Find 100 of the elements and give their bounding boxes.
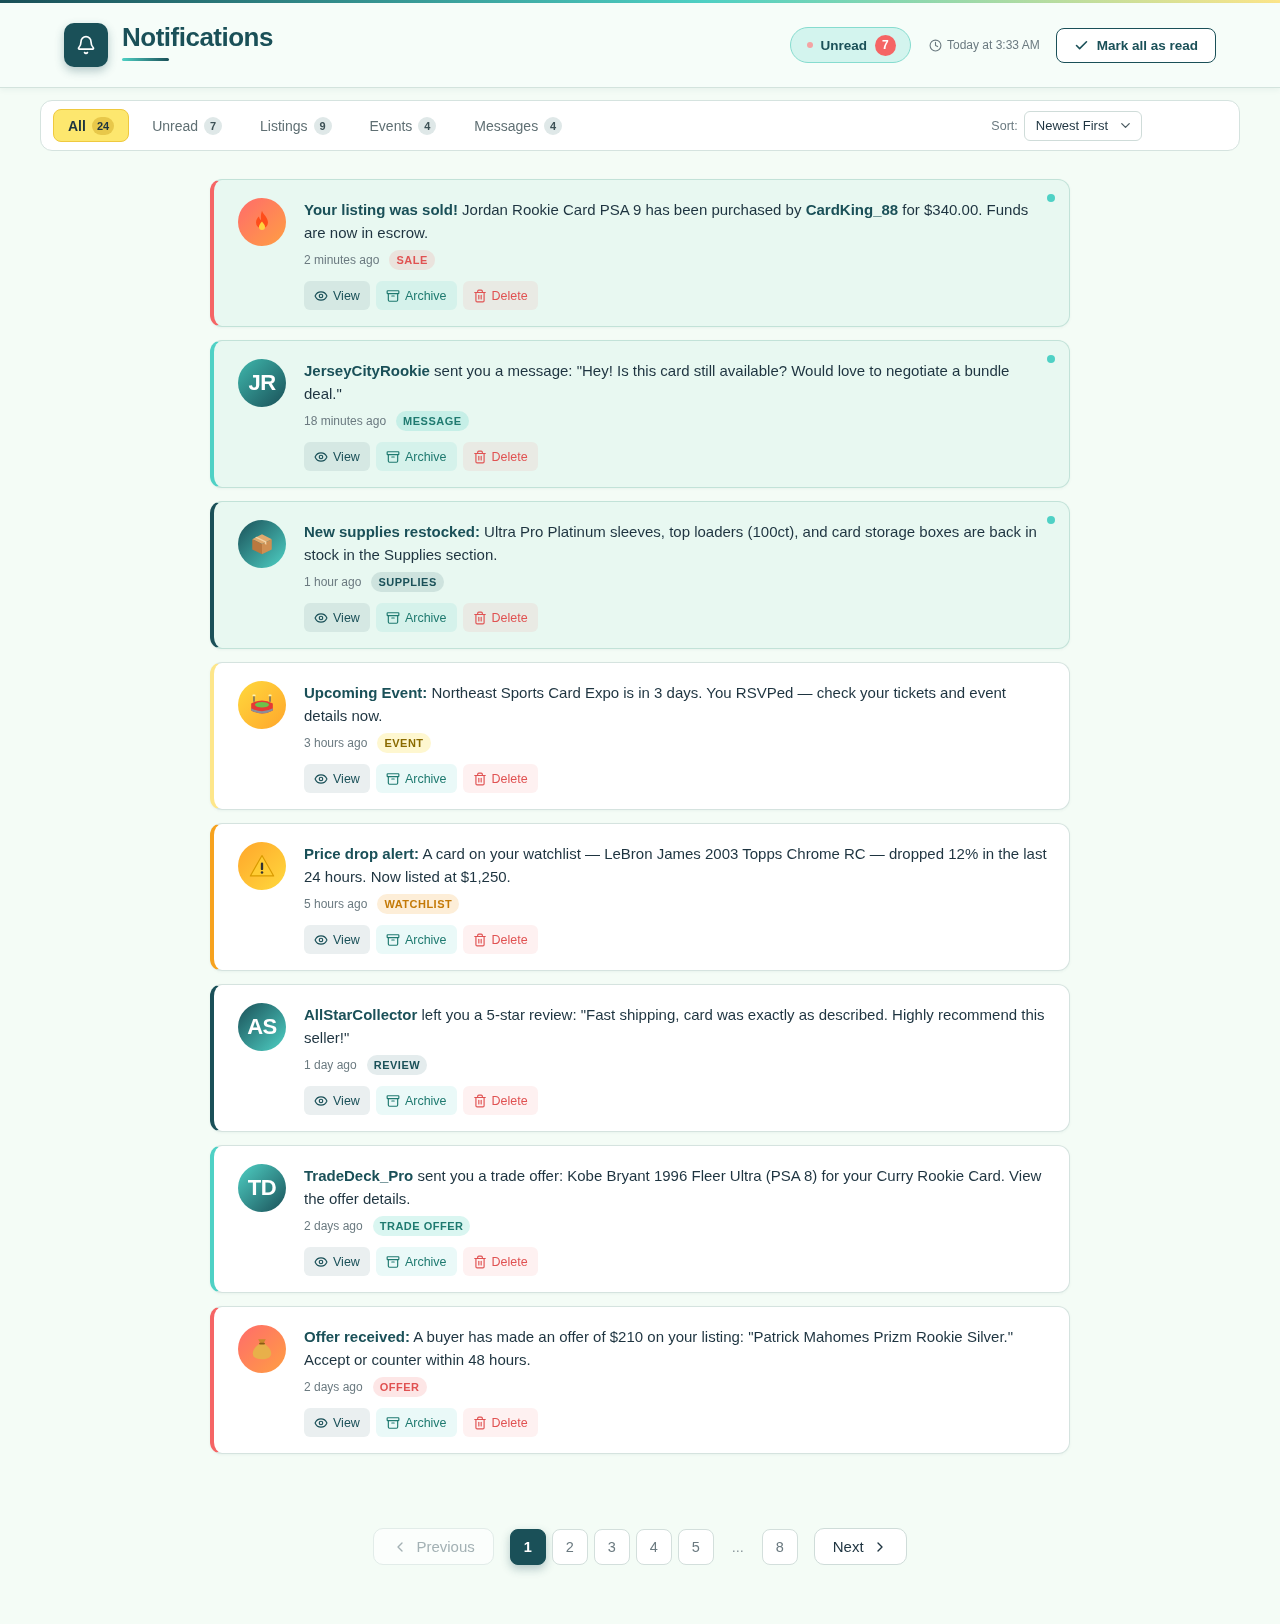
- mark-all-read-button[interactable]: Mark all as read: [1055, 27, 1216, 63]
- filter-tab[interactable]: Messages 4: [459, 109, 578, 142]
- archive-icon: [385, 1254, 400, 1269]
- filter-tab[interactable]: Unread 7: [137, 109, 238, 142]
- view-button[interactable]: View: [304, 1247, 370, 1276]
- eye-icon: [314, 1415, 328, 1430]
- status-dot-icon: [807, 42, 814, 48]
- category-tag: EVENT: [377, 733, 431, 753]
- view-button[interactable]: View: [304, 1408, 370, 1437]
- pagination-ellipsis: ...: [730, 1538, 745, 1555]
- view-button[interactable]: View: [304, 764, 370, 793]
- view-button[interactable]: View: [304, 925, 370, 954]
- box-icon: [238, 520, 286, 568]
- trash-icon: [472, 1093, 487, 1108]
- sort-label: Sort:: [991, 118, 1018, 133]
- view-button[interactable]: View: [304, 442, 370, 471]
- archive-button[interactable]: Archive: [375, 603, 457, 632]
- title-underline: [122, 57, 169, 61]
- view-button[interactable]: View: [304, 1086, 370, 1115]
- count-badge: 4: [544, 116, 563, 135]
- delete-button[interactable]: Delete: [462, 281, 538, 310]
- archive-button[interactable]: Archive: [375, 442, 457, 471]
- category-tag: MESSAGE: [396, 411, 469, 431]
- notification-time: 1 day ago: [304, 1058, 357, 1072]
- category-tag: OFFER: [372, 1377, 427, 1397]
- page-button[interactable]: 2: [551, 1528, 588, 1565]
- archive-button[interactable]: Archive: [375, 764, 457, 793]
- archive-button[interactable]: Archive: [375, 1086, 457, 1115]
- view-button[interactable]: View: [304, 281, 370, 310]
- last-updated-time: Today at 3:33 AM: [946, 38, 1040, 52]
- view-button[interactable]: View: [304, 603, 370, 632]
- warning-icon: [238, 842, 286, 890]
- stadium-icon: [238, 681, 286, 729]
- notification-time: 3 hours ago: [304, 736, 368, 750]
- next-button[interactable]: Next: [813, 1528, 907, 1565]
- unread-dot-icon: [1047, 516, 1055, 524]
- notification-time: 2 days ago: [304, 1219, 363, 1233]
- money-bag-icon: [238, 1325, 286, 1373]
- eye-icon: [314, 932, 328, 947]
- category-tag: TRADE OFFER: [372, 1216, 471, 1236]
- archive-icon: [385, 449, 400, 464]
- category-tag: SUPPLIES: [371, 572, 444, 592]
- category-tag: WATCHLIST: [377, 894, 460, 914]
- trash-icon: [472, 932, 487, 947]
- archive-icon: [385, 932, 400, 947]
- archive-button[interactable]: Archive: [375, 925, 457, 954]
- filter-tab[interactable]: All 24: [53, 109, 130, 142]
- archive-icon: [385, 1415, 400, 1430]
- archive-icon: [385, 288, 400, 303]
- trash-icon: [472, 610, 487, 625]
- clock-icon: [928, 38, 942, 52]
- notification-message: Upcoming Event: Northeast Sports Card Expo is in 3 days. You RSVPed — check your tickets and event details now.: [304, 683, 1007, 726]
- archive-button[interactable]: Archive: [375, 281, 457, 310]
- notification-message: JerseyCityRookie sent you a message: "Hey! Is this card still available? Would love to negotiate a bundle deal.": [304, 361, 1011, 404]
- trash-icon: [472, 288, 487, 303]
- delete-button[interactable]: Delete: [462, 1247, 538, 1276]
- count-badge: 9: [313, 116, 332, 135]
- page-button[interactable]: 1: [509, 1528, 546, 1565]
- notification-time: 2 days ago: [304, 1380, 363, 1394]
- count-badge: 24: [91, 116, 115, 135]
- trash-icon: [472, 1254, 487, 1269]
- trash-icon: [472, 1415, 487, 1430]
- archive-icon: [385, 610, 400, 625]
- eye-icon: [314, 610, 328, 625]
- page-button[interactable]: 3: [593, 1528, 630, 1565]
- fire-icon: [238, 198, 286, 246]
- unread-dot-icon: [1047, 355, 1055, 363]
- eye-icon: [314, 1254, 328, 1269]
- filter-tab[interactable]: Listings 9: [245, 109, 347, 142]
- notification-time: 5 hours ago: [304, 897, 368, 911]
- category-tag: SALE: [389, 250, 435, 270]
- delete-button[interactable]: Delete: [462, 1408, 538, 1437]
- bell-icon: [64, 23, 108, 67]
- eye-icon: [314, 1093, 328, 1108]
- delete-button[interactable]: Delete: [462, 1086, 538, 1115]
- eye-icon: [314, 771, 328, 786]
- trash-icon: [472, 449, 487, 464]
- delete-button[interactable]: Delete: [462, 925, 538, 954]
- page-button[interactable]: 8: [761, 1528, 798, 1565]
- page-button[interactable]: 4: [635, 1528, 672, 1565]
- delete-button[interactable]: Delete: [462, 603, 538, 632]
- page-title: Notifications: [122, 21, 273, 52]
- delete-button[interactable]: Delete: [462, 442, 538, 471]
- archive-button[interactable]: Archive: [375, 1247, 457, 1276]
- filter-tab[interactable]: Events 4: [354, 109, 452, 142]
- count-badge: 4: [418, 116, 437, 135]
- notification-message: New supplies restocked: Ultra Pro Platinum sleeves, top loaders (100ct), and card storage boxes are back in stock in the Supplies section.: [304, 522, 1038, 565]
- notification-message: Your listing was sold! Jordan Rookie Card PSA 9 has been purchased by CardKing_88 for $340.00. Funds are now in escrow.: [304, 200, 1030, 243]
- user-avatar: TD: [238, 1164, 286, 1212]
- archive-button[interactable]: Archive: [375, 1408, 457, 1437]
- unread-label: Unread: [820, 37, 867, 53]
- trash-icon: [472, 771, 487, 786]
- delete-button[interactable]: Delete: [462, 764, 538, 793]
- notification-message: TradeDeck_Pro sent you a trade offer: Kobe Bryant 1996 Fleer Ultra (PSA 8) for your Curry Rookie Card. View the offer details.: [304, 1166, 1043, 1209]
- notification-message: Offer received: A buyer has made an offer of $210 on your listing: "Patrick Mahomes Prizm Rookie Silver." Accept or counter within 48 hours.: [304, 1327, 1015, 1370]
- notification-time: 1 hour ago: [304, 575, 362, 589]
- page-button[interactable]: 5: [677, 1528, 714, 1565]
- eye-icon: [314, 449, 328, 464]
- archive-icon: [385, 771, 400, 786]
- sort-select[interactable]: Newest First: [1023, 110, 1142, 141]
